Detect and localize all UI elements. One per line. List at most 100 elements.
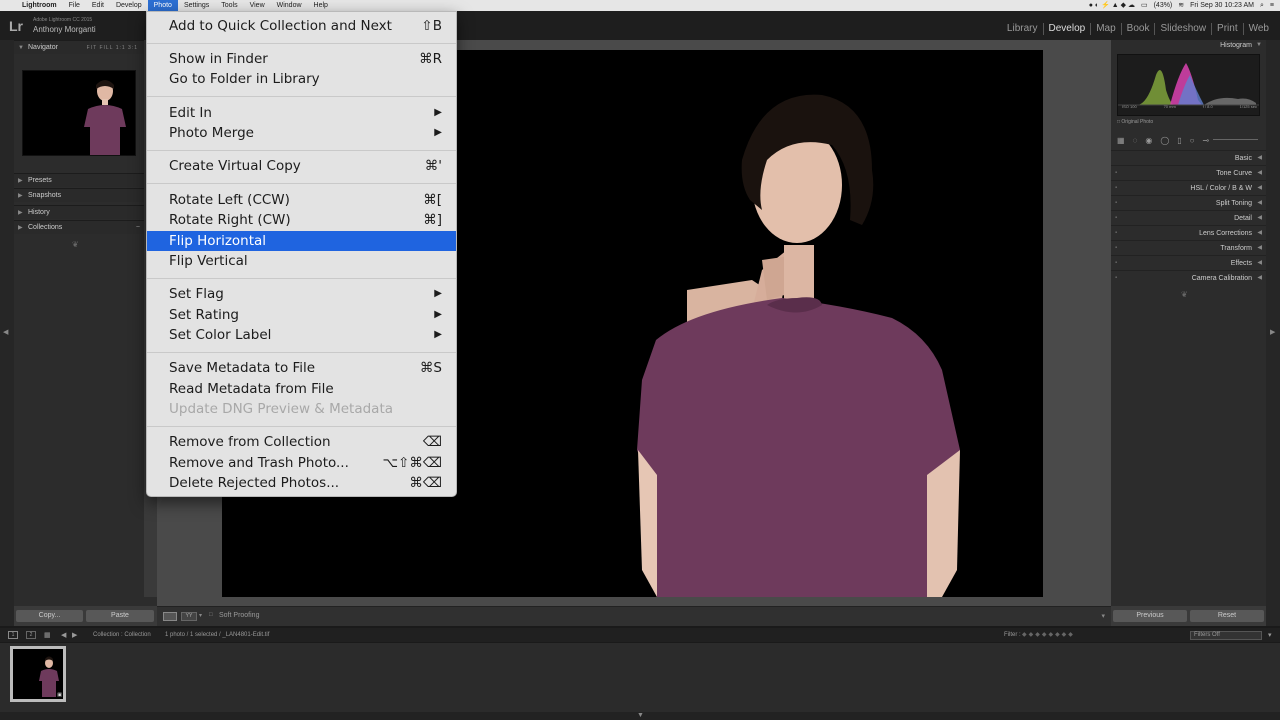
wifi-icon[interactable]: ≋	[1178, 0, 1184, 11]
search-icon[interactable]: ⌕	[1260, 0, 1264, 11]
filters-dropdown[interactable]: Filters Off	[1190, 631, 1262, 640]
panel-effects[interactable]: ▪ Effects ◀	[1111, 255, 1266, 270]
previous-button[interactable]: Previous	[1113, 610, 1187, 622]
adjustment-brush-icon[interactable]: ⊸	[1203, 136, 1210, 145]
menu-view[interactable]: View	[244, 0, 271, 11]
panel-lens-corrections[interactable]: ▪ Lens Corrections ◀	[1111, 225, 1266, 240]
module-book[interactable]: Book	[1120, 23, 1155, 35]
snapshots-header[interactable]: ▶ Snapshots	[14, 188, 144, 202]
crop-icon[interactable]: ◌	[1133, 136, 1138, 145]
menu-photo[interactable]: Photo	[147, 0, 178, 11]
original-photo-toggle[interactable]: □ Original Photo	[1117, 119, 1153, 125]
menu-item-go-to-folder[interactable]: Go to Folder in Library	[147, 69, 456, 89]
toolbar-menu-icon[interactable]: ▾	[1101, 612, 1105, 620]
battery-icon[interactable]: ▭	[1141, 0, 1148, 11]
menu-help[interactable]: Help	[308, 0, 334, 11]
menu-item-edit-in[interactable]: Edit In ▶	[147, 103, 456, 123]
toggle-switch-icon[interactable]: ▪	[1115, 211, 1117, 226]
zoom-options[interactable]: FIT FILL 1:1 3:1	[87, 41, 138, 55]
menu-settings[interactable]: Settings	[178, 0, 215, 11]
menu-item-remove-and-trash[interactable]: Remove and Trash Photo... ⌥⇧⌘⌫	[147, 453, 456, 473]
menu-item-save-metadata[interactable]: Save Metadata to File ⌘S	[147, 358, 456, 378]
menu-item-read-metadata[interactable]: Read Metadata from File	[147, 379, 456, 399]
checkbox-icon[interactable]: □	[209, 612, 213, 618]
menu-item-rotate-right[interactable]: Rotate Right (CW) ⌘]	[147, 210, 456, 230]
lock-icon[interactable]: ▾	[1268, 631, 1272, 639]
panel-basic[interactable]: Basic ◀	[1111, 150, 1266, 165]
loupe-view-icon[interactable]	[163, 612, 177, 621]
menu-item-add-quick-collection[interactable]: Add to Quick Collection and Next ⇧B	[147, 16, 456, 36]
panel-tone-curve[interactable]: ▪ Tone Curve ◀	[1111, 165, 1266, 180]
window-2-icon[interactable]: 2	[26, 631, 36, 639]
module-library[interactable]: Library	[1002, 23, 1043, 35]
panel-transform[interactable]: ▪ Transform ◀	[1111, 240, 1266, 255]
menu-file[interactable]: File	[63, 0, 86, 11]
menu-lightroom[interactable]: Lightroom	[16, 0, 63, 11]
menu-item-delete-rejected[interactable]: Delete Rejected Photos... ⌘⌫	[147, 473, 456, 493]
module-develop[interactable]: Develop	[1042, 23, 1091, 35]
menu-item-flip-vertical[interactable]: Flip Vertical	[147, 251, 456, 271]
radial-filter-icon[interactable]: ○	[1190, 136, 1195, 145]
toggle-switch-icon[interactable]: ▪	[1115, 196, 1117, 211]
module-map[interactable]: Map	[1090, 23, 1120, 35]
navigator-preview[interactable]	[22, 70, 136, 156]
collections-header[interactable]: ▶ Collections −	[14, 220, 144, 234]
toggle-switch-icon[interactable]: ▪	[1115, 166, 1117, 181]
source-path[interactable]: Collection : Collection	[93, 632, 151, 638]
forward-arrow-icon[interactable]: ▶	[72, 631, 77, 639]
menu-item-remove-from-collection[interactable]: Remove from Collection ⌫	[147, 432, 456, 452]
brush-slider[interactable]	[1213, 139, 1258, 140]
notifications-icon[interactable]: ≡	[1270, 0, 1274, 11]
copy-button[interactable]: Copy...	[16, 610, 83, 622]
selection-info[interactable]: 1 photo / 1 selected / _LAN4801-Edit.tif	[165, 632, 269, 638]
window-1-icon[interactable]: 1	[8, 631, 18, 639]
filmstrip-thumbnail[interactable]: ▣	[10, 646, 66, 702]
module-print[interactable]: Print	[1211, 23, 1243, 35]
menu-window[interactable]: Window	[271, 0, 308, 11]
clock[interactable]: Fri Sep 30 10:23 AM	[1190, 0, 1254, 11]
menu-item-set-flag[interactable]: Set Flag ▶	[147, 284, 456, 304]
toggle-switch-icon[interactable]: ▪	[1115, 241, 1117, 256]
menu-item-set-color-label[interactable]: Set Color Label ▶	[147, 325, 456, 345]
red-eye-icon[interactable]: ◯	[1160, 136, 1169, 145]
menu-item-photo-merge[interactable]: Photo Merge ▶	[147, 123, 456, 143]
menu-tools[interactable]: Tools	[215, 0, 243, 11]
menu-item-set-rating[interactable]: Set Rating ▶	[147, 305, 456, 325]
left-panel-toggle-icon[interactable]: ◀	[3, 328, 8, 336]
panel-camera-calibration[interactable]: ▪ Camera Calibration ◀	[1111, 270, 1266, 285]
grid-icon[interactable]: ▦	[44, 631, 51, 639]
soft-proofing-label[interactable]: Soft Proofing	[219, 612, 259, 619]
status-icons[interactable]: ● ◐ ⚡ ▲ ◆ ☁	[1089, 0, 1135, 11]
grid-icon[interactable]: ▦	[1117, 136, 1125, 145]
right-panel-toggle-icon[interactable]: ▶	[1270, 328, 1275, 336]
filmstrip-toggle-icon[interactable]: ▼	[637, 712, 644, 719]
menu-item-show-in-finder[interactable]: Show in Finder ⌘R	[147, 49, 456, 69]
panel-split-toning[interactable]: ▪ Split Toning ◀	[1111, 195, 1266, 210]
histogram[interactable]: ISO 100 70 mm f / 8.0 1/125 sec	[1117, 54, 1260, 116]
rating-filter-icon[interactable]: ◆◆◆◆◆◆◆◆	[1022, 631, 1075, 638]
menu-item-rotate-left[interactable]: Rotate Left (CCW) ⌘[	[147, 190, 456, 210]
menu-item-flip-horizontal[interactable]: Flip Horizontal	[147, 231, 456, 251]
panel-detail[interactable]: ▪ Detail ◀	[1111, 210, 1266, 225]
presets-header[interactable]: ▶ Presets	[14, 173, 144, 187]
toggle-switch-icon[interactable]: ▪	[1115, 271, 1117, 286]
navigator-header[interactable]: ▼ Navigator FIT FILL 1:1 3:1	[14, 40, 144, 54]
menu-develop[interactable]: Develop	[110, 0, 148, 11]
before-after-icon[interactable]: YY	[181, 612, 197, 621]
reset-button[interactable]: Reset	[1190, 610, 1264, 622]
module-slideshow[interactable]: Slideshow	[1154, 23, 1211, 35]
dropdown-arrow-icon[interactable]: ▾	[199, 612, 202, 619]
graduated-filter-icon[interactable]: ▯	[1177, 136, 1181, 145]
back-arrow-icon[interactable]: ◀	[61, 631, 66, 639]
minus-icon[interactable]: −	[136, 221, 140, 235]
toggle-switch-icon[interactable]: ▪	[1115, 256, 1117, 271]
spot-removal-icon[interactable]: ◉	[1145, 136, 1152, 145]
panel-hsl[interactable]: ▪ HSL / Color / B & W ◀	[1111, 180, 1266, 195]
menu-edit[interactable]: Edit	[86, 0, 110, 11]
toggle-switch-icon[interactable]: ▪	[1115, 181, 1117, 196]
histogram-header[interactable]: Histogram ▼	[1111, 42, 1266, 53]
paste-button[interactable]: Paste	[86, 610, 154, 622]
checkbox-icon[interactable]: □	[1117, 119, 1120, 125]
history-header[interactable]: ▶ History	[14, 205, 144, 219]
toggle-switch-icon[interactable]: ▪	[1115, 226, 1117, 241]
